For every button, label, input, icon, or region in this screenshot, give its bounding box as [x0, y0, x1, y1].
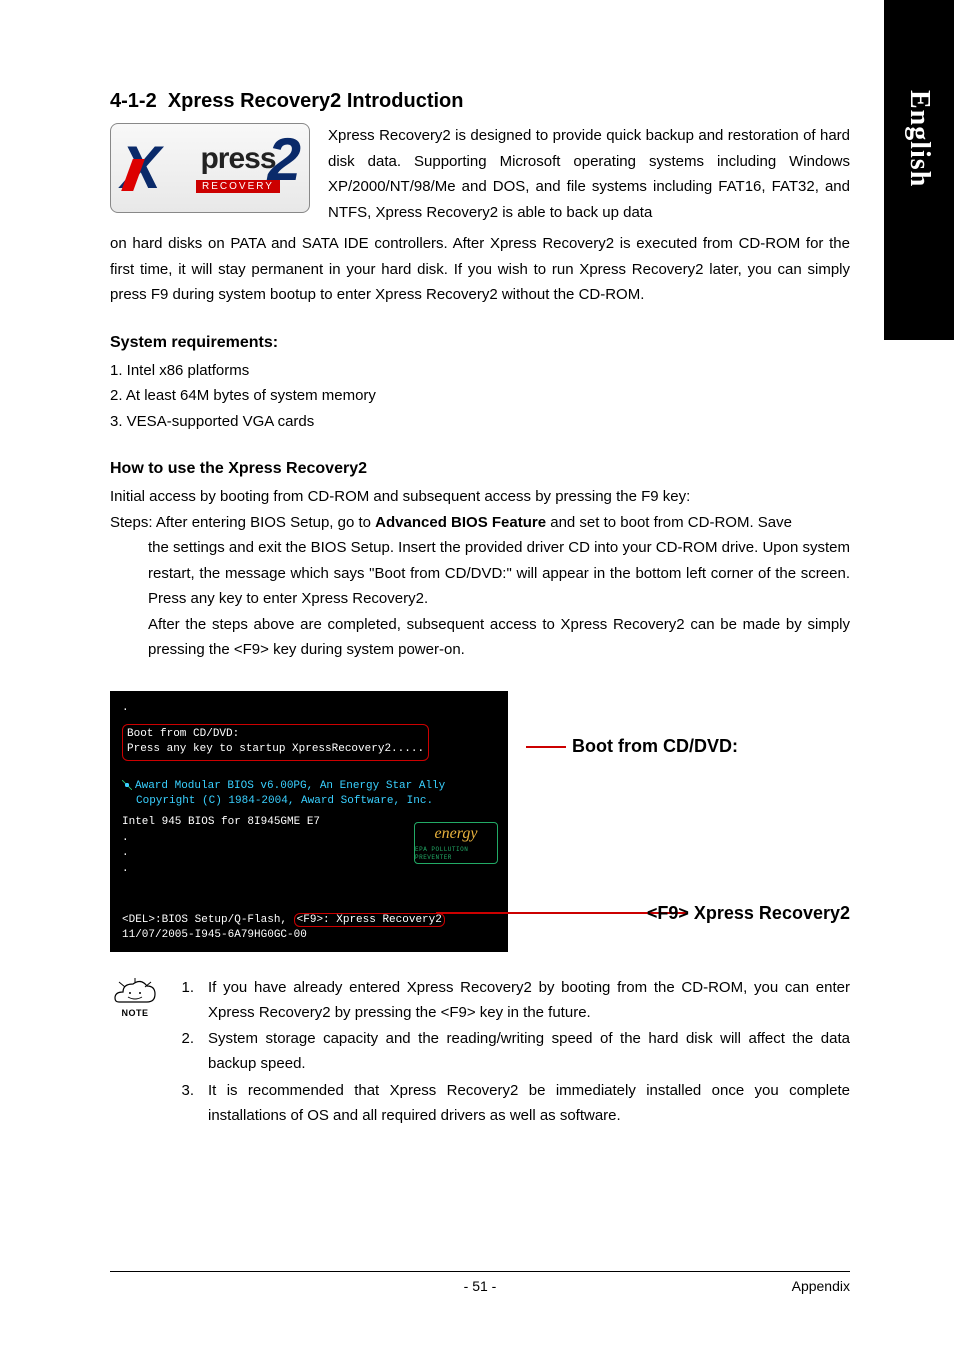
- language-tab: English: [884, 0, 954, 340]
- note-text: System storage capacity and the reading/…: [208, 1027, 850, 1077]
- note-item: 3. It is recommended that Xpress Recover…: [176, 1079, 850, 1129]
- section-heading: 4-1-2 Xpress Recovery2 Introduction: [110, 90, 850, 113]
- bios-boot-callout: Boot from CD/DVD: Press any key to start…: [122, 724, 429, 761]
- note-item: 1. If you have already entered Xpress Re…: [176, 976, 850, 1026]
- energy-script: energy: [435, 823, 478, 845]
- note-icon: NOTE: [110, 976, 160, 1018]
- language-label: English: [903, 90, 935, 187]
- howto-heading: How to use the Xpress Recovery2: [110, 460, 850, 478]
- bios-row: . Boot from CD/DVD: Press any key to sta…: [110, 691, 850, 952]
- sysreq-item: 3. VESA-supported VGA cards: [110, 409, 850, 435]
- howto-steps-line: Steps: After entering BIOS Setup, go to …: [110, 510, 850, 536]
- bios-f9-callout: <F9>: Xpress Recovery2: [294, 913, 445, 927]
- callout-line-icon: [526, 746, 566, 748]
- sysreq-heading: System requirements:: [110, 334, 850, 352]
- note-num: 1.: [176, 976, 194, 1026]
- page-number: - 51 -: [464, 1278, 497, 1294]
- note-num: 3.: [176, 1079, 194, 1129]
- xpress-recovery-logo: X press RECOVERY 2: [110, 123, 310, 213]
- page-content: 4-1-2 Xpress Recovery2 Introduction X pr…: [110, 90, 850, 1130]
- intro-continued: on hard disks on PATA and SATA IDE contr…: [110, 231, 850, 308]
- sysreq-list: 1. Intel x86 platforms 2. At least 64M b…: [110, 358, 850, 435]
- bios-award1: Award Modular BIOS v6.00PG, An Energy St…: [122, 779, 496, 794]
- footer-section: Appendix: [792, 1278, 850, 1294]
- note-num: 2.: [176, 1027, 194, 1077]
- howto-body: the settings and exit the BIOS Setup. In…: [110, 535, 850, 612]
- energy-epa: EPA POLLUTION PREVENTER: [415, 846, 497, 863]
- howto-steps-bold: Advanced BIOS Feature: [375, 514, 546, 531]
- note-item: 2. System storage capacity and the readi…: [176, 1027, 850, 1077]
- bios-boot-line: Boot from CD/DVD:: [127, 727, 424, 742]
- notes-row: NOTE 1. If you have already entered Xpre…: [110, 976, 850, 1131]
- note-text: It is recommended that Xpress Recovery2 …: [208, 1079, 850, 1129]
- sysreq-item: 2. At least 64M bytes of system memory: [110, 383, 850, 409]
- bios-callout-labels: Boot from CD/DVD: <F9> Xpress Recovery2: [526, 696, 850, 946]
- callout-boot-label: Boot from CD/DVD:: [572, 736, 738, 757]
- sysreq-item: 1. Intel x86 platforms: [110, 358, 850, 384]
- howto-steps-suffix: and set to boot from CD-ROM. Save: [546, 514, 792, 531]
- callout-f9-label: <F9> Xpress Recovery2: [647, 903, 850, 924]
- howto-block: Initial access by booting from CD-ROM an…: [110, 484, 850, 663]
- bios-press-line: Press any key to startup XpressRecovery2…: [127, 742, 424, 757]
- logo-2-icon: 2: [268, 130, 301, 190]
- award-logo-icon: [122, 780, 132, 790]
- bios-bottom: <DEL>:BIOS Setup/Q-Flash, <F9>: Xpress R…: [122, 913, 496, 944]
- bios-award2: Copyright (C) 1984-2004, Award Software,…: [136, 794, 496, 809]
- intro-text-right: Xpress Recovery2 is designed to provide …: [328, 123, 850, 225]
- notes-list: 1. If you have already entered Xpress Re…: [176, 976, 850, 1131]
- note-label: NOTE: [110, 1008, 160, 1018]
- section-number: 4-1-2: [110, 90, 157, 112]
- energy-star-badge-icon: energy EPA POLLUTION PREVENTER: [414, 822, 498, 864]
- note-text: If you have already entered Xpress Recov…: [208, 976, 850, 1026]
- section-title: Xpress Recovery2 Introduction: [168, 90, 464, 112]
- howto-steps-prefix: Steps: After entering BIOS Setup, go to: [110, 514, 375, 531]
- bios-bottom-id: 11/07/2005-I945-6A79HG0GC-00: [122, 929, 307, 941]
- bios-bottom-del: <DEL>:BIOS Setup/Q-Flash,: [122, 914, 287, 926]
- page-footer: - 51 - Appendix: [110, 1271, 850, 1294]
- howto-line1: Initial access by booting from CD-ROM an…: [110, 484, 850, 510]
- howto-body2: After the steps above are completed, sub…: [110, 612, 850, 663]
